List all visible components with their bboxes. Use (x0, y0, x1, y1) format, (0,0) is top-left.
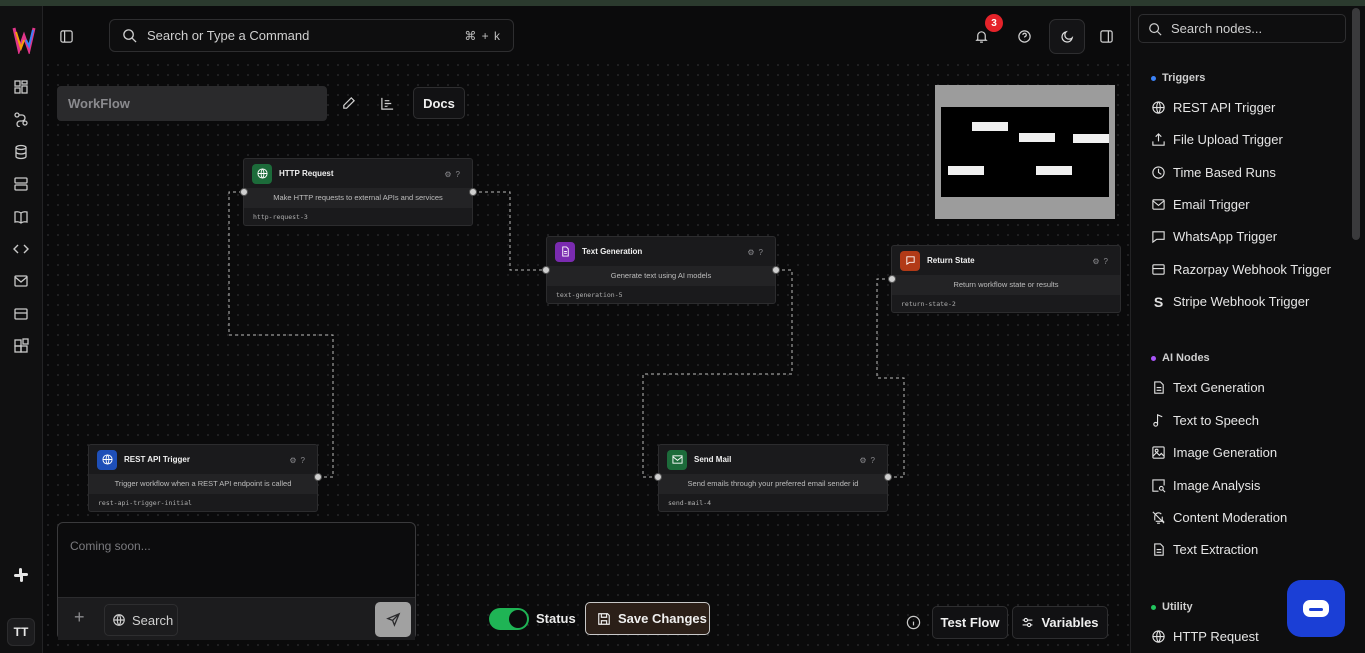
section-utility: Utility (1151, 601, 1193, 613)
node-search-placeholder: Search nodes... (1171, 21, 1263, 36)
sliders-icon (1023, 617, 1033, 628)
node-input-handle[interactable] (888, 275, 896, 283)
panel-item-text-to-speech[interactable]: Text to Speech (1151, 413, 1259, 428)
globe-icon (1152, 630, 1165, 643)
chat-box: Coming soon... + Search (57, 522, 416, 640)
node-input-handle[interactable] (542, 266, 550, 274)
node-settings-help-icon[interactable]: ⚙? (859, 456, 879, 465)
node-send-mail[interactable]: Send Mail ⚙? Send emails through your pr… (658, 444, 888, 512)
support-chat-button[interactable] (1287, 580, 1345, 637)
chat-toolbar: + Search (58, 597, 415, 640)
variables-label: Variables (1041, 615, 1099, 630)
node-description: Trigger workflow when a REST API endpoin… (89, 474, 317, 494)
svg-text:S: S (1154, 294, 1163, 309)
send-button[interactable] (375, 602, 411, 637)
node-text-generation[interactable]: Text Generation ⚙? Generate text using A… (546, 236, 776, 304)
search-icon (1149, 22, 1162, 36)
test-flow-button[interactable]: Test Flow (932, 606, 1008, 639)
save-changes-label: Save Changes (618, 611, 707, 626)
node-id: return-state-2 (901, 300, 956, 308)
node-settings-help-icon[interactable]: ⚙? (444, 170, 464, 179)
node-settings-help-icon[interactable]: ⚙? (1092, 257, 1112, 266)
node-output-handle[interactable] (884, 473, 892, 481)
node-rest-api-trigger[interactable]: REST API Trigger ⚙? Trigger workflow whe… (88, 444, 318, 512)
panel-item-whatsapp-trigger[interactable]: WhatsApp Trigger (1151, 229, 1277, 244)
node-title: HTTP Request (279, 169, 334, 178)
plus-icon[interactable]: + (74, 607, 85, 628)
node-description: Generate text using AI models (547, 266, 775, 286)
image-icon (1152, 446, 1165, 459)
node-title: REST API Trigger (124, 455, 190, 464)
node-id: send-mail-4 (668, 499, 712, 507)
chat-input[interactable]: Coming soon... (70, 539, 151, 553)
globe-icon (97, 449, 117, 470)
panel-item-razorpay-webhook-trigger[interactable]: Razorpay Webhook Trigger (1151, 262, 1331, 277)
node-description: Make HTTP requests to external APIs and … (244, 188, 472, 208)
chat-search-button[interactable]: Search (104, 604, 178, 636)
globe-icon (252, 163, 272, 184)
mail-icon (1152, 199, 1165, 210)
edge-trigger-http (228, 191, 334, 478)
node-output-handle[interactable] (772, 266, 780, 274)
document-icon (1154, 381, 1164, 394)
node-id: http-request-3 (253, 213, 308, 221)
panel-item-rest-api-trigger[interactable]: REST API Trigger (1151, 100, 1275, 115)
node-http-request[interactable]: HTTP Request ⚙? Make HTTP requests to ex… (243, 158, 473, 226)
panel-item-text-generation[interactable]: Text Generation (1151, 380, 1265, 395)
node-settings-help-icon[interactable]: ⚙? (289, 456, 309, 465)
stripe-icon: S (1154, 294, 1163, 309)
panel-item-text-extraction[interactable]: Text Extraction (1151, 542, 1258, 557)
panel-item-time-based-runs[interactable]: Time Based Runs (1151, 165, 1276, 180)
document-icon (1154, 543, 1164, 556)
node-input-handle[interactable] (240, 188, 248, 196)
panel-item-image-generation[interactable]: Image Generation (1151, 445, 1277, 460)
status-label: Status (536, 611, 576, 626)
node-description: Send emails through your preferred email… (659, 474, 887, 494)
globe-icon (113, 614, 125, 626)
panel-item-content-moderation[interactable]: Content Moderation (1151, 510, 1287, 525)
node-description: Return workflow state or results (892, 275, 1120, 295)
node-settings-help-icon[interactable]: ⚙? (747, 248, 767, 257)
panel-item-http-request[interactable]: HTTP Request (1151, 629, 1259, 644)
save-icon (598, 612, 610, 625)
node-title: Send Mail (694, 455, 732, 464)
node-input-handle[interactable] (654, 473, 662, 481)
mail-icon (667, 449, 687, 470)
node-output-handle[interactable] (469, 188, 477, 196)
panel-item-email-trigger[interactable]: Email Trigger (1151, 197, 1250, 212)
status-toggle[interactable] (489, 608, 529, 630)
chat-search-label: Search (132, 612, 174, 628)
node-return-state[interactable]: Return State ⚙? Return workflow state or… (891, 245, 1121, 313)
chat-bubble-icon (1303, 600, 1329, 617)
music-note-icon (1153, 414, 1163, 427)
panel-item-file-upload-trigger[interactable]: File Upload Trigger (1151, 132, 1283, 147)
credit-card-icon (1152, 264, 1165, 275)
variables-button[interactable]: Variables (1012, 606, 1108, 639)
node-title: Return State (927, 256, 975, 265)
info-icon[interactable] (906, 615, 921, 630)
node-search-input[interactable]: Search nodes... (1138, 14, 1346, 43)
panel-item-image-analysis[interactable]: Image Analysis (1151, 478, 1260, 493)
panel-item-stripe-webhook-trigger[interactable]: S Stripe Webhook Trigger (1151, 294, 1310, 309)
upload-icon (1152, 133, 1165, 146)
image-search-icon (1152, 479, 1166, 493)
clock-icon (1152, 166, 1165, 179)
panel-scrollbar[interactable] (1352, 8, 1360, 240)
save-changes-button[interactable]: Save Changes (585, 602, 710, 635)
send-icon (385, 612, 400, 627)
section-ai-nodes: AI Nodes (1151, 352, 1210, 364)
bell-off-icon (1152, 511, 1165, 524)
node-library-panel: Search nodes... Triggers REST API Trigge… (1130, 6, 1365, 653)
chat-bubble-icon (1152, 231, 1165, 244)
globe-icon (1152, 101, 1165, 114)
document-icon (555, 241, 575, 262)
edge-http-textgen (473, 191, 546, 271)
node-id: text-generation-5 (556, 291, 623, 299)
message-icon (900, 250, 920, 271)
node-id: rest-api-trigger-initial (98, 499, 192, 507)
node-title: Text Generation (582, 247, 643, 256)
section-triggers: Triggers (1151, 72, 1205, 84)
toggle-knob (509, 610, 527, 628)
node-output-handle[interactable] (314, 473, 322, 481)
